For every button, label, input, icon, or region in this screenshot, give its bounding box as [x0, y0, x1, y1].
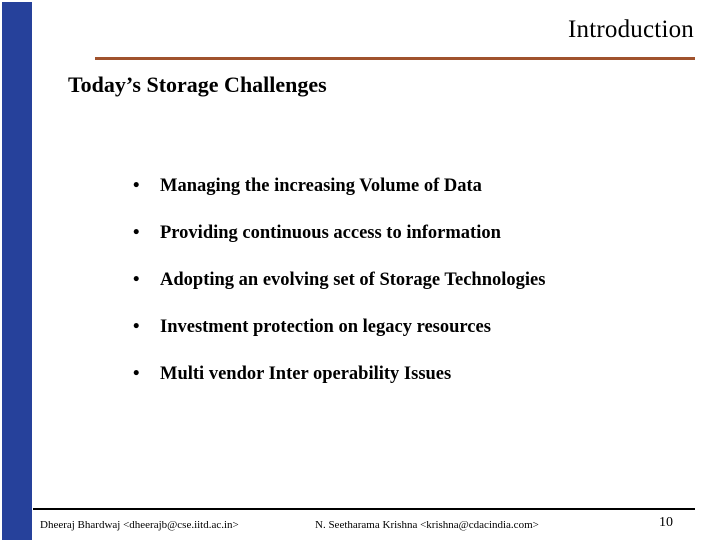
- list-item: • Investment protection on legacy resour…: [131, 314, 651, 340]
- footer-author-primary: Dheeraj Bhardwaj <dheerajb@cse.iitd.ac.i…: [40, 519, 239, 531]
- slide-footer: Dheeraj Bhardwaj <dheerajb@cse.iitd.ac.i…: [33, 513, 695, 539]
- bullet-icon: •: [133, 317, 140, 337]
- list-item: • Managing the increasing Volume of Data: [131, 173, 651, 199]
- presentation-slide: Introduction Today’s Storage Challenges …: [0, 0, 720, 540]
- bullet-icon: •: [133, 270, 140, 290]
- list-item-label: Managing the increasing Volume of Data: [160, 176, 482, 196]
- list-item-label: Adopting an evolving set of Storage Tech…: [160, 270, 546, 290]
- slide-side-accent-bar: [2, 2, 32, 540]
- list-item: • Providing continuous access to informa…: [131, 220, 651, 246]
- list-item: • Adopting an evolving set of Storage Te…: [131, 267, 651, 293]
- title-divider: [95, 57, 695, 60]
- footer-author-secondary: N. Seetharama Krishna <krishna@cdacindia…: [315, 519, 539, 531]
- list-item-label: Providing continuous access to informati…: [160, 223, 501, 243]
- list-item-label: Investment protection on legacy resource…: [160, 317, 491, 337]
- page-title: Introduction: [568, 16, 694, 43]
- bullet-icon: •: [133, 364, 140, 384]
- bullet-list: • Managing the increasing Volume of Data…: [131, 173, 651, 387]
- footer-divider: [33, 508, 695, 510]
- list-item-label: Multi vendor Inter operability Issues: [160, 364, 452, 384]
- bullet-icon: •: [133, 223, 140, 243]
- slide-page-number: 10: [659, 515, 673, 530]
- list-item: • Multi vendor Inter operability Issues: [131, 361, 651, 387]
- slide-subtitle: Today’s Storage Challenges: [68, 72, 327, 97]
- bullet-icon: •: [133, 176, 140, 196]
